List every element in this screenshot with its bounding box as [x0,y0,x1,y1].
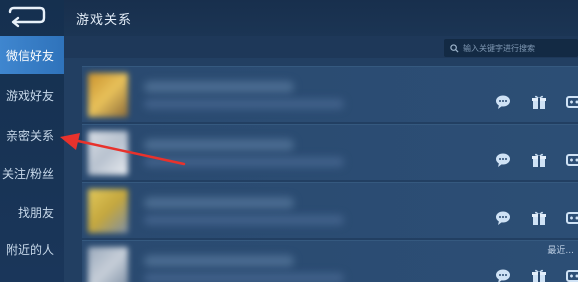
team-invite-icon[interactable] [565,93,578,111]
friend-detail-blurred [144,273,344,282]
avatar [88,131,128,175]
friend-detail-blurred [144,157,344,167]
team-invite-icon[interactable] [565,151,578,169]
friend-name-blurred [144,139,294,151]
chat-bubble-icon[interactable] [494,93,512,111]
sidebar-item-label: 亲密关系 [5,128,54,143]
sidebar-item-label: 找朋友 [17,205,54,220]
chat-bubble-icon[interactable] [494,209,512,227]
friend-detail-blurred [144,99,344,109]
avatar [88,73,128,117]
team-invite-icon[interactable] [565,209,578,227]
friend-name-blurred [144,255,294,267]
search-input[interactable] [463,43,573,53]
friend-row[interactable] [82,182,578,238]
avatar [88,247,128,282]
sidebar-item-nearby-people[interactable]: 附近的人 [0,230,64,268]
friend-row[interactable]: 最近... [82,240,578,282]
friend-name-blurred [144,197,294,209]
friend-list: 最近... [64,58,578,282]
team-invite-icon[interactable] [565,267,578,282]
sidebar-item-label: 附近的人 [5,242,54,257]
gift-icon[interactable] [530,93,548,111]
back-arrow-icon [8,6,46,28]
friend-row[interactable] [82,124,578,180]
search-icon [450,43,459,53]
chat-bubble-icon[interactable] [494,151,512,169]
header: 游戏关系 [64,0,578,36]
sidebar: 微信好友 游戏好友 亲密关系 关注/粉丝 找朋友 附近的人 [0,0,64,282]
search-box[interactable] [444,39,578,57]
gift-icon[interactable] [530,151,548,169]
sidebar-item-find-friends[interactable]: 找朋友 [0,193,64,231]
friend-detail-blurred [144,215,344,225]
chat-bubble-icon[interactable] [494,267,512,282]
gift-icon[interactable] [530,209,548,227]
sidebar-item-game-friends[interactable]: 游戏好友 [0,76,64,114]
friend-row[interactable] [82,66,578,122]
sidebar-item-label: 微信好友 [5,48,54,63]
back-button[interactable] [4,3,48,29]
page-title: 游戏关系 [76,13,133,28]
sidebar-item-label: 游戏好友 [5,88,54,103]
sidebar-item-intimate-relations[interactable]: 亲密关系 [0,116,64,154]
friend-name-blurred [144,81,294,93]
avatar [88,189,128,233]
sidebar-item-label: 关注/粉丝 [1,166,54,181]
gift-icon[interactable] [530,267,548,282]
last-online-label: 最近... [547,246,574,256]
sidebar-item-follow-fans[interactable]: 关注/粉丝 [0,154,64,192]
sidebar-item-wechat-friends[interactable]: 微信好友 [0,36,64,74]
